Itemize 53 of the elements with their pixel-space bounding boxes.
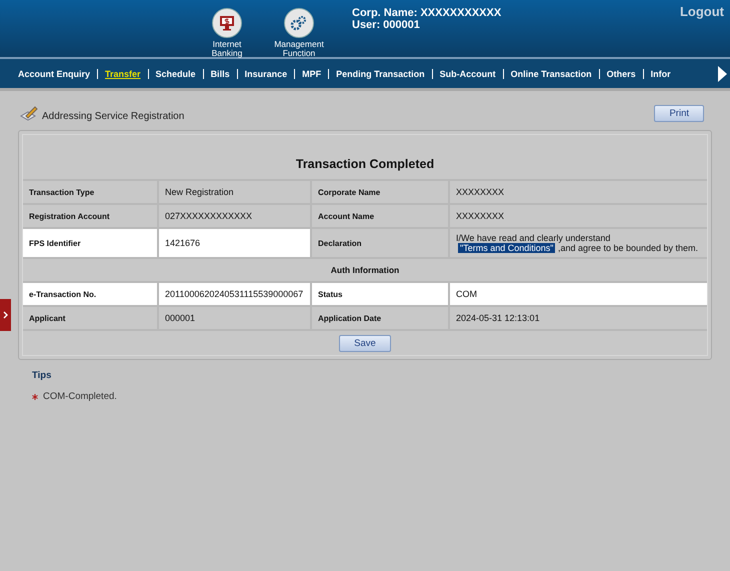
field-label: Declaration [312,229,450,257]
field-label: Account Name [312,205,450,227]
field-value: 2011000620240531115539000067 [159,283,312,305]
field-value: XXXXXXXX [455,210,506,223]
field-value: New Registration [159,181,312,203]
field-value: 027XXXXXXXXXXXX [159,205,312,227]
app-label[interactable]: Internet Banking [200,40,254,58]
nav-item[interactable]: Insurance [236,68,294,78]
nav-item[interactable]: Pending Transaction [328,68,432,78]
gears-icon [290,15,308,31]
declaration-text: ,and agree to be bounded by them. [558,243,698,253]
field-value: COM [450,283,707,305]
field-value: 1421676 [159,229,312,257]
chevron-right-icon [3,311,8,319]
tips-title: Tips [32,370,52,381]
scroll-right-icon[interactable] [715,65,729,83]
declaration-text: I/We have read and clearly understand [456,233,612,243]
nav-item[interactable]: Transfer [97,68,148,78]
side-panel-tab[interactable] [0,299,11,331]
field-value: 2024-05-31 12:13:01 [455,312,541,325]
nav-item[interactable]: Schedule [148,68,203,78]
field-label: Status [312,283,450,305]
field-label: Transaction Type [23,181,159,203]
page-title: Addressing Service Registration [42,110,184,122]
nav-item[interactable]: Account Enquiry [11,68,98,78]
asterisk-icon [32,394,38,400]
nav-item[interactable]: Online Transaction [502,68,599,78]
user-id: User: 000001 [352,19,421,31]
print-button[interactable]: Print [654,105,704,122]
save-button[interactable]: Save [339,335,391,352]
field-label: Applicant [23,307,159,329]
logout-link[interactable]: Logout [680,4,724,19]
field-label: e-Transaction No. [23,283,159,305]
nav-item[interactable]: Sub-Account [432,68,503,78]
field-label: FPS Identifier [23,229,159,257]
corp-name: Corp. Name: XXXXXXXXXXX [352,7,502,19]
nav-item[interactable]: MPF [294,68,328,78]
terms-link[interactable]: "Terms and Conditions" [458,243,556,253]
nav-item[interactable]: Bills [202,68,237,78]
nav-item[interactable]: Infor [642,68,678,78]
monitor-dollar-icon [219,15,235,31]
field-label: Application Date [312,307,450,329]
field-label: Registration Account [23,205,159,227]
result-title: Transaction Completed [23,135,707,181]
app-label[interactable]: Management Function [272,40,326,58]
pencil-note-icon [20,106,38,122]
tip-text: COM-Completed. [43,391,117,402]
field-value: 000001 [159,307,312,329]
field-label: Corporate Name [312,181,450,203]
app-button[interactable] [212,8,242,38]
field-value: XXXXXXXX [455,186,506,199]
app-button[interactable] [284,8,314,38]
nav-item[interactable]: Others [598,68,643,78]
